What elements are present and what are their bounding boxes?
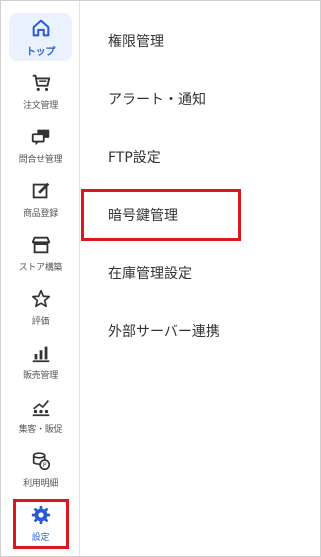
sidebar-item-reviews[interactable]: 評価	[9, 283, 72, 331]
menu-item-ftp[interactable]: FTP設定	[108, 149, 161, 167]
coins-icon: P	[30, 450, 52, 472]
sidebar-item-usage-details[interactable]: P 利用明細	[9, 445, 72, 493]
sidebar-item-label: 設定	[31, 532, 50, 543]
chat-icon	[30, 126, 52, 148]
edit-icon	[30, 180, 52, 202]
bar-chart-icon	[30, 342, 52, 364]
svg-text:P: P	[42, 462, 46, 469]
sidebar-item-label: 問合せ管理	[18, 154, 63, 165]
sidebar-item-label: 利用明細	[23, 478, 58, 489]
sidebar-item-label: 販売管理	[23, 370, 58, 381]
sidebar-item-label: 集客・販促	[18, 424, 63, 435]
home-icon	[30, 17, 52, 39]
menu-item-encryption-keys[interactable]: 暗号鍵管理	[108, 207, 178, 225]
menu-item-alerts[interactable]: アラート・通知	[108, 91, 206, 109]
sidebar-item-store-building[interactable]: ストア構築	[9, 229, 72, 277]
sidebar-item-inquiries[interactable]: 問合せ管理	[9, 121, 72, 169]
sidebar-item-orders[interactable]: 注文管理	[9, 67, 72, 115]
sidebar-item-label: ストア構築	[18, 262, 63, 273]
sidebar-item-label: トップ	[25, 46, 56, 58]
sidebar-item-sales-management[interactable]: 販売管理	[9, 337, 72, 385]
store-icon	[30, 234, 52, 256]
gear-icon	[30, 504, 52, 526]
app-frame: トップ 注文管理 問合せ管理 商品登録 ストア構築 評価 販売管理 集客・販促 …	[0, 0, 321, 557]
star-icon	[30, 288, 52, 310]
sidebar-item-promotion[interactable]: 集客・販促	[9, 391, 72, 439]
sidebar-item-product-registration[interactable]: 商品登録	[9, 175, 72, 223]
sidebar: トップ 注文管理 問合せ管理 商品登録 ストア構築 評価 販売管理 集客・販促 …	[1, 1, 80, 556]
menu-item-permissions[interactable]: 権限管理	[108, 33, 164, 51]
sidebar-item-label: 商品登録	[23, 208, 58, 219]
sidebar-item-label: 注文管理	[23, 100, 58, 111]
menu-item-inventory-settings[interactable]: 在庫管理設定	[108, 265, 192, 283]
sidebar-item-settings[interactable]: 設定	[9, 499, 72, 547]
promotion-icon	[30, 396, 52, 418]
menu-item-external-server[interactable]: 外部サーバー連携	[108, 323, 220, 341]
cart-icon	[30, 72, 52, 94]
sidebar-item-label: 評価	[31, 316, 50, 327]
sidebar-item-top[interactable]: トップ	[9, 13, 72, 61]
